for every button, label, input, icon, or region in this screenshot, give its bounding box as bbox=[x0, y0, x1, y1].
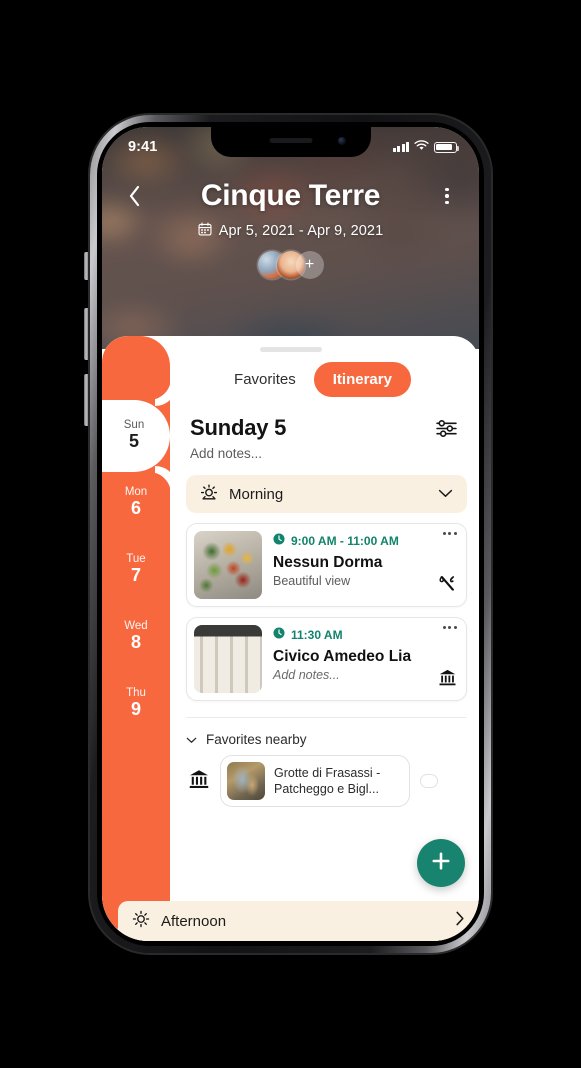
traveler-avatars: + bbox=[102, 251, 479, 279]
more-horizontal-icon bbox=[442, 626, 446, 629]
favorite-label: Grotte di Frasassi - Patcheggo e Bigl... bbox=[274, 766, 381, 796]
activity-menu-button[interactable] bbox=[442, 626, 457, 629]
activity-time: 9:00 AM - 11:00 AM bbox=[291, 533, 399, 548]
hero-content: Cinque Terre Apr 5, 2021 - Apr 9, 2021 + bbox=[102, 179, 479, 279]
day-header: Sunday 5 bbox=[170, 397, 479, 442]
day-number: 7 bbox=[130, 565, 141, 586]
clock-icon bbox=[273, 533, 285, 548]
hero-title-row: Cinque Terre bbox=[102, 179, 479, 213]
favorite-nearby-item-next[interactable] bbox=[420, 774, 438, 788]
museum-icon bbox=[188, 768, 210, 795]
date-range-text: Apr 5, 2021 - Apr 9, 2021 bbox=[218, 223, 384, 239]
status-time: 9:41 bbox=[128, 139, 158, 155]
phone-notch bbox=[210, 127, 371, 157]
favorites-nearby-list: Grotte di Frasassi - Patcheggo e Bigl... bbox=[170, 747, 479, 807]
chevron-left-icon bbox=[128, 185, 141, 207]
front-camera-icon bbox=[337, 137, 346, 145]
sun-icon bbox=[132, 910, 150, 933]
section-morning[interactable]: Morning bbox=[186, 475, 467, 513]
tab-itinerary[interactable]: Itinerary bbox=[313, 362, 411, 397]
add-traveler-button[interactable]: + bbox=[295, 251, 324, 279]
activity-title: Nessun Dorma bbox=[273, 554, 383, 571]
activity-time: 11:30 AM bbox=[291, 627, 343, 642]
wifi-icon bbox=[414, 138, 429, 156]
activity-subtitle[interactable]: Beautiful view bbox=[273, 574, 459, 588]
day-item-mon-6[interactable]: Mon 6 bbox=[102, 469, 170, 536]
museum-icon bbox=[438, 668, 457, 692]
day-item-wed-8[interactable]: Wed 8 bbox=[102, 603, 170, 670]
activity-card-civico-amedeo-lia[interactable]: 11:30 AM Civico Amedeo Lia Add notes... bbox=[186, 617, 467, 701]
back-button[interactable] bbox=[120, 181, 148, 211]
tab-favorites[interactable]: Favorites bbox=[230, 362, 300, 397]
clock-icon bbox=[273, 627, 285, 642]
add-activity-fab[interactable] bbox=[417, 839, 465, 887]
signal-bars-icon bbox=[392, 142, 409, 152]
section-afternoon[interactable]: Afternoon bbox=[118, 901, 479, 941]
itinerary-sheet: Sun 5 Mon 6 Tue 7 Wed 8 Thu 9 Favorites … bbox=[102, 336, 479, 941]
section-morning-label: Morning bbox=[229, 485, 284, 503]
day-weekday: Sun bbox=[123, 418, 145, 431]
more-horizontal-icon bbox=[442, 532, 446, 535]
day-weekday: Mon bbox=[124, 485, 148, 498]
day-rail: Sun 5 Mon 6 Tue 7 Wed 8 Thu 9 bbox=[102, 336, 170, 931]
silent-switch[interactable] bbox=[84, 252, 88, 280]
activity-time-row: 11:30 AM bbox=[273, 627, 459, 642]
chevron-down-icon bbox=[186, 732, 197, 747]
screenshot-root: 9:41 Cinque Terre Apr 5, 2021 - Apr 9, 2… bbox=[0, 0, 581, 1068]
favorites-nearby-label: Favorites nearby bbox=[206, 732, 307, 747]
battery-icon bbox=[434, 141, 460, 153]
day-item-sun-5[interactable]: Sun 5 bbox=[102, 402, 170, 469]
volume-down-button[interactable] bbox=[84, 374, 88, 426]
activity-details: 9:00 AM - 11:00 AM Nessun Dorma Beautifu… bbox=[273, 531, 459, 599]
restaurant-icon bbox=[438, 574, 457, 598]
activity-menu-button[interactable] bbox=[442, 532, 457, 535]
filter-button[interactable] bbox=[436, 415, 457, 442]
chevron-down-icon[interactable] bbox=[438, 485, 453, 503]
volume-up-button[interactable] bbox=[84, 308, 88, 360]
activity-card-nessun-dorma[interactable]: 9:00 AM - 11:00 AM Nessun Dorma Beautifu… bbox=[186, 523, 467, 607]
activity-thumbnail bbox=[194, 531, 262, 599]
filter-sliders-icon bbox=[436, 420, 457, 441]
favorites-nearby-header[interactable]: Favorites nearby bbox=[170, 718, 479, 747]
day-number: 5 bbox=[128, 431, 139, 452]
earpiece-speaker bbox=[269, 138, 312, 143]
selected-day-title: Sunday 5 bbox=[190, 415, 287, 440]
more-options-button[interactable] bbox=[433, 181, 461, 211]
day-weekday: Wed bbox=[124, 619, 148, 632]
phone-screen: 9:41 Cinque Terre Apr 5, 2021 - Apr 9, 2… bbox=[102, 127, 479, 941]
more-vertical-icon bbox=[445, 187, 449, 192]
trip-date-range: Apr 5, 2021 - Apr 9, 2021 bbox=[102, 222, 479, 240]
day-item-tue-7[interactable]: Tue 7 bbox=[102, 536, 170, 603]
day-weekday: Tue bbox=[126, 552, 146, 565]
day-number: 9 bbox=[130, 699, 141, 720]
activity-subtitle[interactable]: Add notes... bbox=[273, 668, 459, 682]
day-number: 8 bbox=[130, 632, 141, 653]
favorite-nearby-item[interactable]: Grotte di Frasassi - Patcheggo e Bigl... bbox=[220, 755, 410, 807]
view-tabs: Favorites Itinerary bbox=[170, 336, 479, 397]
sunrise-icon bbox=[200, 483, 218, 506]
plus-icon bbox=[430, 850, 452, 877]
day-weekday: Thu bbox=[126, 686, 146, 699]
status-icons bbox=[392, 138, 460, 156]
day-item-thu-9[interactable]: Thu 9 bbox=[102, 670, 170, 737]
page-title: Cinque Terre bbox=[200, 179, 381, 212]
day-notes-input[interactable]: Add notes... bbox=[170, 442, 479, 461]
chevron-right-icon[interactable] bbox=[455, 911, 465, 931]
day-number: 6 bbox=[130, 498, 141, 519]
favorite-thumbnail bbox=[227, 762, 265, 800]
activity-title: Civico Amedeo Lia bbox=[273, 648, 412, 665]
activity-details: 11:30 AM Civico Amedeo Lia Add notes... bbox=[273, 625, 459, 693]
activity-time-row: 9:00 AM - 11:00 AM bbox=[273, 533, 459, 548]
activity-thumbnail bbox=[194, 625, 262, 693]
section-afternoon-label: Afternoon bbox=[161, 912, 227, 930]
calendar-icon bbox=[198, 222, 212, 240]
